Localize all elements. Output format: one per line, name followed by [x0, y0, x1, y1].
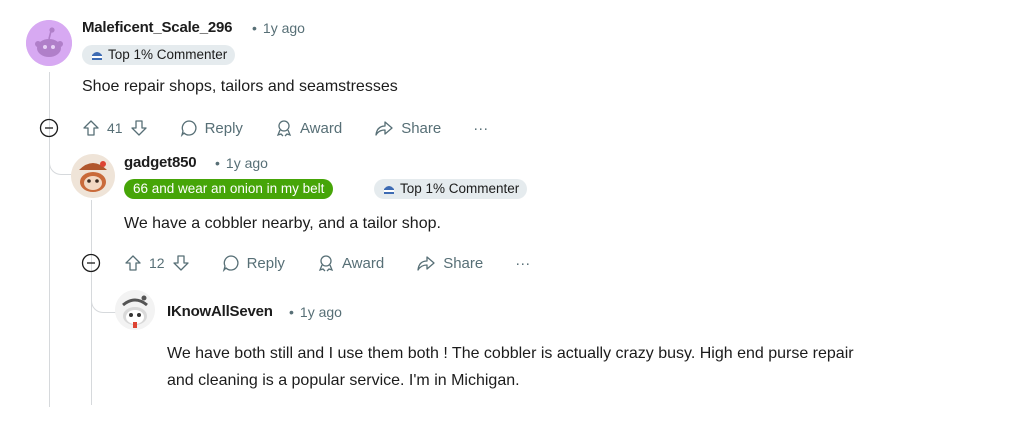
vote-group: 12 [124, 254, 190, 272]
comment-timestamp: • 1y ago [252, 20, 305, 36]
snoo-avatar-icon [71, 154, 115, 198]
top-commenter-icon [92, 52, 102, 60]
reply-label: Reply [204, 119, 243, 137]
comment-timestamp: • 1y ago [289, 304, 342, 320]
snoo-avatar-icon [115, 290, 155, 330]
time-text: 1y ago [299, 304, 342, 320]
share-label: Share [443, 254, 484, 272]
share-button[interactable]: Share [374, 119, 441, 137]
more-options-button[interactable]: ··· [515, 255, 530, 272]
badge-label: Top 1% Commenter [400, 181, 520, 196]
top-commenter-badge: Top 1% Commenter [374, 179, 528, 199]
share-button[interactable]: Share [416, 254, 483, 272]
reply-button[interactable]: Reply [222, 254, 285, 272]
thread-elbow-reply1 [49, 150, 72, 175]
username[interactable]: Maleficent_Scale_296 [82, 19, 232, 36]
upvote-arrow-icon[interactable] [124, 254, 142, 272]
reply-button[interactable]: Reply [180, 119, 243, 137]
award-button[interactable]: Award [317, 254, 384, 272]
snoo-avatar-icon [26, 20, 72, 66]
award-button[interactable]: Award [275, 119, 342, 137]
award-label: Award [299, 119, 343, 137]
username[interactable]: IKnowAllSeven [167, 303, 273, 320]
top-commenter-icon [384, 186, 394, 194]
comment-body: We have a cobbler nearby, and a tailor s… [124, 215, 441, 232]
avatar[interactable] [71, 154, 115, 198]
time-text: 1y ago [262, 20, 305, 36]
award-label: Award [341, 254, 385, 272]
minus-circle-icon[interactable] [81, 253, 101, 273]
comment-body-line-1: We have both still and I use them both !… [167, 345, 854, 362]
thread-elbow-reply2 [91, 285, 116, 313]
comment-bubble-icon [180, 120, 197, 137]
reply-label: Reply [246, 254, 285, 272]
share-label: Share [401, 119, 442, 137]
badge-label: Top 1% Commenter [108, 47, 228, 62]
award-ribbon-icon [318, 255, 334, 272]
more-label: ··· [515, 254, 531, 272]
user-flair: 66 and wear an onion in my belt [124, 179, 334, 199]
vote-count: 41 [107, 120, 123, 136]
comment-body-line-2: and cleaning is a popular service. I'm i… [167, 372, 520, 389]
comment-timestamp: • 1y ago [215, 155, 268, 171]
share-arrow-icon [375, 121, 393, 136]
vote-count: 12 [149, 255, 165, 271]
more-options-button[interactable]: ··· [473, 120, 488, 137]
time-text: 1y ago [225, 155, 268, 171]
avatar[interactable] [115, 290, 155, 330]
share-arrow-icon [417, 256, 435, 271]
downvote-arrow-icon[interactable] [172, 254, 190, 272]
username[interactable]: gadget850 [124, 154, 197, 171]
comment-body: Shoe repair shops, tailors and seamstres… [82, 78, 398, 95]
comment-actions: 41 Reply Award Share ··· [82, 114, 520, 142]
upvote-arrow-icon[interactable] [82, 119, 100, 137]
award-ribbon-icon [276, 120, 292, 137]
downvote-arrow-icon[interactable] [130, 119, 148, 137]
vote-group: 41 [82, 119, 148, 137]
comment-actions: 12 Reply Award Share ··· [124, 249, 562, 277]
minus-circle-icon[interactable] [39, 118, 59, 138]
top-commenter-badge: Top 1% Commenter [82, 45, 236, 65]
avatar[interactable] [26, 20, 72, 66]
more-label: ··· [473, 119, 489, 137]
comment-bubble-icon [222, 255, 239, 272]
